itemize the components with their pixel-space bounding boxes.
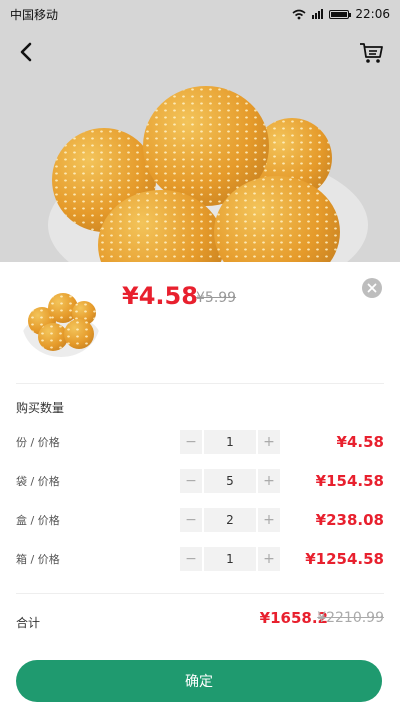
product-original-price: ¥5.99 bbox=[196, 290, 237, 306]
increment-button[interactable]: + bbox=[258, 469, 280, 493]
wifi-icon bbox=[292, 9, 306, 19]
cart-button[interactable] bbox=[356, 38, 386, 68]
increment-button[interactable]: + bbox=[258, 430, 280, 454]
quantity-row: 箱 / 价格 − 1 + ¥1254.58 bbox=[16, 545, 384, 573]
decrement-button[interactable]: − bbox=[180, 469, 202, 493]
battery-icon bbox=[329, 9, 352, 19]
sesame-ball bbox=[64, 319, 94, 349]
unit-label: 箱 / 价格 bbox=[16, 553, 60, 566]
quantity-value[interactable]: 1 bbox=[204, 547, 256, 571]
signal-icon bbox=[312, 9, 324, 19]
quantity-stepper: − 2 + bbox=[180, 508, 280, 532]
confirm-button[interactable]: 确定 bbox=[16, 660, 382, 702]
decrement-button[interactable]: − bbox=[180, 430, 202, 454]
purchase-sheet: ¥4.58 ¥5.99 购买数量 份 / 价格 − 1 + ¥4.58 袋 / … bbox=[0, 262, 400, 711]
unit-label: 袋 / 价格 bbox=[16, 475, 60, 488]
product-hero-image bbox=[0, 0, 400, 262]
divider bbox=[16, 383, 384, 384]
decrement-button[interactable]: − bbox=[180, 508, 202, 532]
quantity-row: 份 / 价格 − 1 + ¥4.58 bbox=[16, 428, 384, 456]
back-button[interactable] bbox=[12, 38, 40, 66]
row-price: ¥238.08 bbox=[315, 511, 384, 529]
quantity-stepper: − 5 + bbox=[180, 469, 280, 493]
increment-button[interactable]: + bbox=[258, 547, 280, 571]
quantity-row: 盒 / 价格 − 2 + ¥238.08 bbox=[16, 506, 384, 534]
total-original-price: ¥2210.99 bbox=[317, 610, 384, 626]
close-button[interactable] bbox=[362, 278, 382, 298]
quantity-stepper: − 1 + bbox=[180, 430, 280, 454]
clock: 22:06 bbox=[355, 7, 390, 21]
decrement-button[interactable]: − bbox=[180, 547, 202, 571]
quantity-stepper: − 1 + bbox=[180, 547, 280, 571]
product-thumbnail bbox=[22, 287, 100, 357]
row-price: ¥1254.58 bbox=[305, 550, 384, 568]
quantity-row: 袋 / 价格 − 5 + ¥154.58 bbox=[16, 467, 384, 495]
total-label: 合计 bbox=[16, 616, 41, 630]
section-title: 购买数量 bbox=[16, 401, 65, 415]
row-price: ¥4.58 bbox=[336, 433, 384, 451]
divider bbox=[16, 593, 384, 594]
quantity-value[interactable]: 1 bbox=[204, 430, 256, 454]
quantity-value[interactable]: 5 bbox=[204, 469, 256, 493]
increment-button[interactable]: + bbox=[258, 508, 280, 532]
unit-label: 份 / 价格 bbox=[16, 436, 60, 449]
product-price: ¥4.58 bbox=[122, 282, 198, 310]
status-bar: 中国移动 22:06 bbox=[0, 0, 400, 28]
cart-icon bbox=[360, 43, 383, 63]
carrier-name: 中国移动 bbox=[10, 7, 59, 22]
close-icon bbox=[367, 283, 377, 293]
quantity-value[interactable]: 2 bbox=[204, 508, 256, 532]
back-arrow-icon bbox=[20, 42, 32, 62]
unit-label: 盒 / 价格 bbox=[16, 514, 60, 527]
row-price: ¥154.58 bbox=[315, 472, 384, 490]
